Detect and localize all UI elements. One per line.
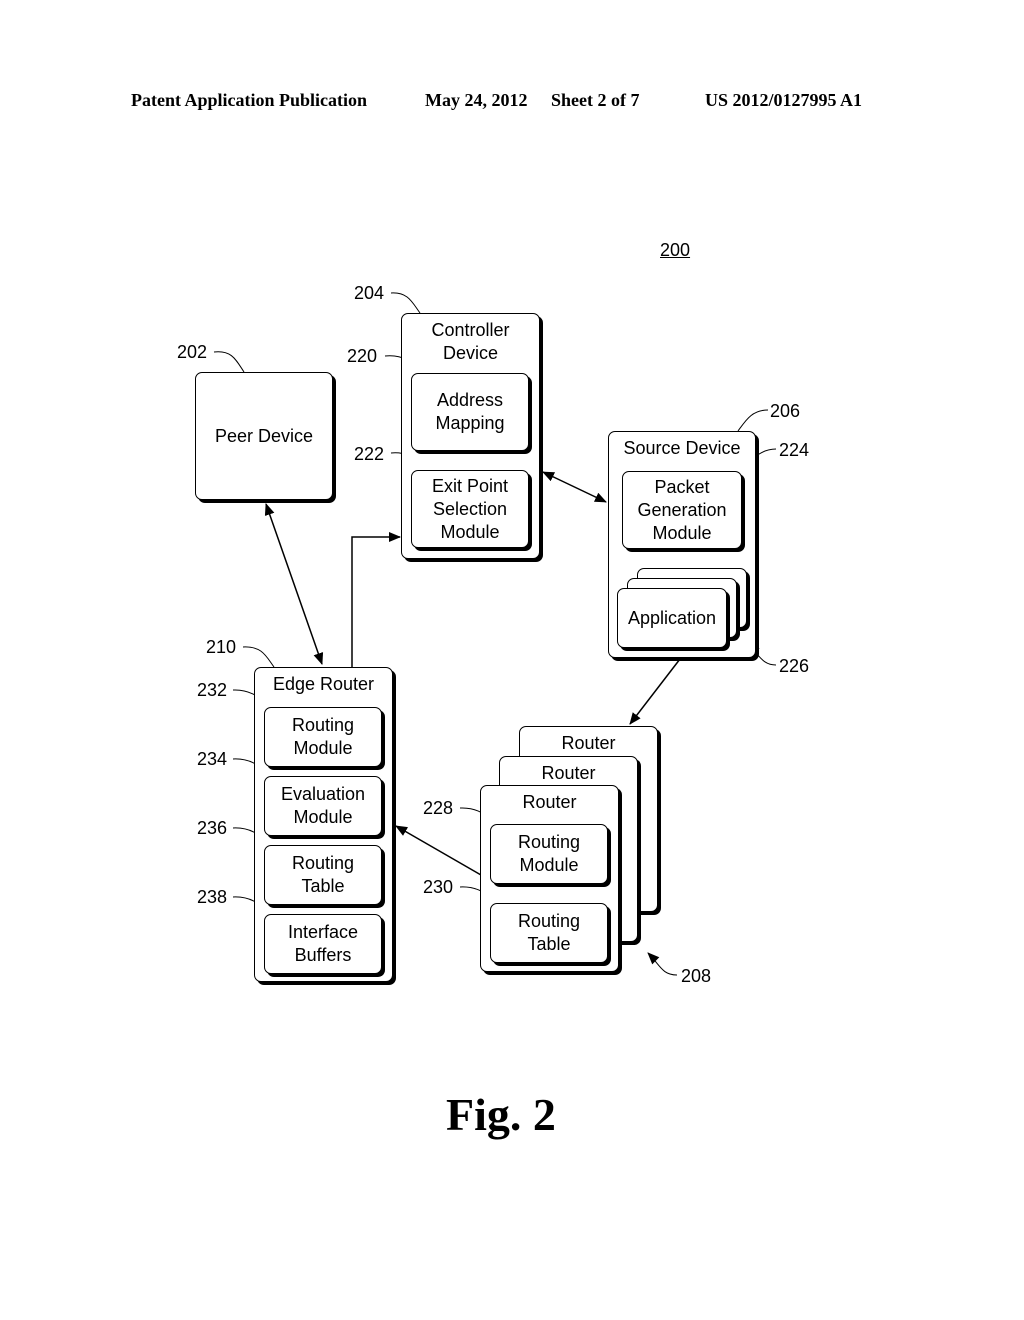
ref-236: 236 bbox=[197, 818, 228, 838]
application-label: Application bbox=[627, 607, 717, 628]
leader-204 bbox=[390, 292, 421, 314]
source-device-title: Source Device bbox=[623, 438, 741, 458]
ref-220: 220 bbox=[347, 346, 378, 366]
ref-202: 202 bbox=[177, 342, 208, 362]
leader-202 bbox=[213, 351, 245, 373]
leader-210 bbox=[242, 646, 275, 668]
application-module: Application bbox=[617, 588, 727, 648]
packet-generation-module: Packet Generation Module bbox=[622, 471, 742, 549]
edge-routing-table-label: Routing Table bbox=[291, 853, 355, 896]
ref-206: 206 bbox=[770, 401, 801, 421]
evaluation-module: Evaluation Module bbox=[264, 776, 382, 836]
arrow-edge-peer bbox=[264, 503, 324, 665]
address-mapping-module: Address Mapping bbox=[411, 373, 529, 451]
address-mapping-label: Address Mapping bbox=[435, 390, 505, 433]
router-routing-module-label: Routing Module bbox=[517, 832, 581, 875]
router-back-title: Router bbox=[561, 733, 616, 753]
controller-device-title: Controller Device bbox=[431, 320, 510, 363]
leader-206 bbox=[737, 409, 769, 432]
ref-204: 204 bbox=[354, 283, 385, 303]
arrow-controller-source bbox=[542, 471, 607, 503]
edge-routing-module-label: Routing Module bbox=[291, 715, 355, 758]
router-routing-module: Routing Module bbox=[490, 824, 608, 884]
ref-226: 226 bbox=[779, 656, 810, 676]
peer-device: Peer Device bbox=[195, 372, 333, 500]
evaluation-module-label: Evaluation Module bbox=[280, 784, 366, 827]
controller-device: Controller Device Address Mapping Exit P… bbox=[401, 313, 540, 559]
arrow-routers-edge bbox=[395, 825, 482, 876]
arrow-edge-controller bbox=[351, 532, 401, 667]
ref-208: 208 bbox=[681, 966, 712, 986]
ref-230: 230 bbox=[423, 877, 454, 897]
ref-224: 224 bbox=[779, 440, 810, 460]
interface-buffers-label: Interface Buffers bbox=[287, 922, 359, 965]
ref-234: 234 bbox=[197, 749, 228, 769]
ref-232: 232 bbox=[197, 680, 228, 700]
ref-222: 222 bbox=[354, 444, 385, 464]
router-routing-table: Routing Table bbox=[490, 903, 608, 963]
edge-router: Edge Router Routing Module Evaluation Mo… bbox=[254, 667, 393, 982]
ref-210: 210 bbox=[206, 637, 237, 657]
router-front: Router Routing Module Routing Table bbox=[480, 785, 619, 972]
interface-buffers: Interface Buffers bbox=[264, 914, 382, 974]
router-routing-table-label: Routing Table bbox=[517, 911, 581, 954]
leader-208 bbox=[647, 952, 678, 976]
exit-point-selection-label: Exit Point Selection Module bbox=[431, 475, 509, 542]
ref-228: 228 bbox=[423, 798, 454, 818]
packet-generation-label: Packet Generation Module bbox=[637, 476, 727, 543]
edge-routing-table: Routing Table bbox=[264, 845, 382, 905]
router-front-title: Router bbox=[522, 792, 577, 812]
peer-device-label: Peer Device bbox=[214, 425, 314, 446]
router-middle-title: Router bbox=[541, 763, 596, 783]
exit-point-selection-module: Exit Point Selection Module bbox=[411, 470, 529, 548]
ref-238: 238 bbox=[197, 887, 228, 907]
edge-routing-module: Routing Module bbox=[264, 707, 382, 767]
source-device: Source Device Packet Generation Module A… bbox=[608, 431, 756, 658]
edge-router-title: Edge Router bbox=[272, 674, 375, 694]
arrow-source-routers bbox=[629, 658, 681, 725]
figure-caption: Fig. 2 bbox=[446, 1089, 556, 1140]
